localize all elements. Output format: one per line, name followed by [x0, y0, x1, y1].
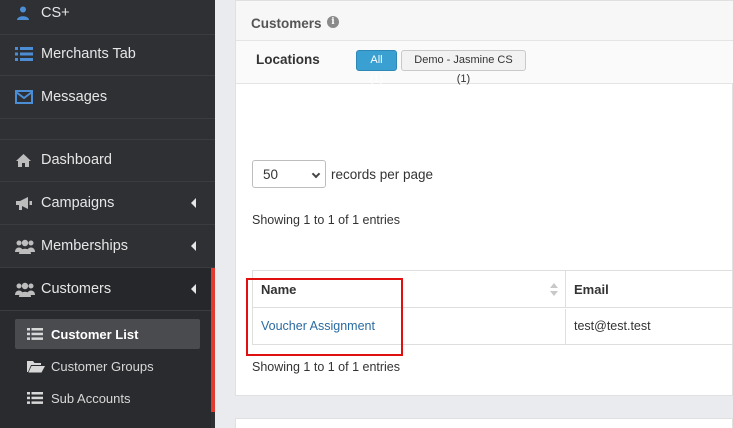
list-icon	[15, 47, 41, 61]
list-icon	[27, 392, 51, 404]
sidebar-divider	[0, 120, 215, 140]
location-chip-demo[interactable]: Demo - Jasmine CS (1)	[401, 50, 526, 85]
caret-left-icon	[191, 284, 196, 294]
location-chip-all[interactable]: All (1)	[356, 50, 397, 85]
sidebar-item-label: CS+	[41, 5, 70, 21]
sidebar-item-campaigns[interactable]: Campaigns	[0, 182, 215, 225]
submenu-item-customer-list[interactable]: Customer List	[15, 319, 200, 349]
users-icon	[15, 239, 41, 254]
caret-left-icon	[191, 198, 196, 208]
entries-info-top: Showing 1 to 1 of 1 entries	[252, 213, 401, 227]
page-size-select[interactable]: 50	[252, 160, 326, 188]
info-icon[interactable]: i	[327, 16, 339, 28]
page-size-value: 50	[263, 167, 279, 182]
records-per-page-label: records per page	[331, 167, 434, 182]
submenu-item-sub-accounts[interactable]: Sub Accounts	[15, 383, 200, 413]
users-icon	[15, 282, 41, 297]
customers-submenu: Customer List Customer Groups Sub Accoun…	[0, 311, 211, 428]
lower-panel	[235, 418, 733, 428]
folder-open-icon	[27, 360, 51, 373]
sort-icon	[550, 283, 558, 297]
sidebar-item-merchants-tab[interactable]: Merchants Tab	[0, 33, 215, 76]
list-icon	[27, 328, 51, 340]
sidebar-item-customers[interactable]: Customers	[0, 268, 215, 311]
sidebar-item-messages[interactable]: Messages	[0, 76, 215, 119]
annotation-highlight-box	[246, 278, 403, 356]
envelope-icon	[15, 90, 41, 104]
column-header-email[interactable]: Email	[565, 271, 733, 308]
submenu-item-label: Customer List	[51, 326, 139, 342]
table-cell-email: test@test.test	[565, 309, 733, 345]
column-header-label: Email	[574, 282, 609, 297]
locations-label: Locations	[256, 52, 320, 67]
sidebar-item-label: Merchants Tab	[41, 46, 136, 62]
sidebar: CS+ Merchants Tab Messages Dashboard Cam…	[0, 0, 215, 428]
sidebar-item-dashboard[interactable]: Dashboard	[0, 139, 215, 182]
user-group-icon	[15, 5, 41, 21]
locations-filter: Locations All (1) Demo - Jasmine CS (1)	[236, 41, 733, 85]
submenu-item-label: Customer Groups	[51, 358, 154, 374]
active-section-marker	[211, 268, 215, 412]
submenu-item-customer-groups[interactable]: Customer Groups	[15, 351, 200, 381]
entries-info-bottom: Showing 1 to 1 of 1 entries	[252, 360, 401, 374]
sidebar-item-memberships[interactable]: Memberships	[0, 225, 215, 268]
sidebar-item-label: Campaigns	[41, 195, 115, 211]
submenu-item-label: Sub Accounts	[51, 390, 131, 406]
home-icon	[15, 153, 41, 168]
sidebar-item-label: Memberships	[41, 238, 129, 254]
chevron-down-icon	[311, 169, 321, 179]
sidebar-item-label: Dashboard	[41, 152, 112, 168]
sidebar-item-label: Messages	[41, 89, 108, 105]
megaphone-icon	[15, 196, 41, 211]
sidebar-item-cs-plus[interactable]: CS+	[0, 0, 215, 35]
caret-left-icon	[191, 241, 196, 251]
panel-header: Customers i	[236, 1, 733, 41]
page-title: Customers	[251, 16, 322, 31]
sidebar-item-label: Customers	[41, 281, 112, 297]
